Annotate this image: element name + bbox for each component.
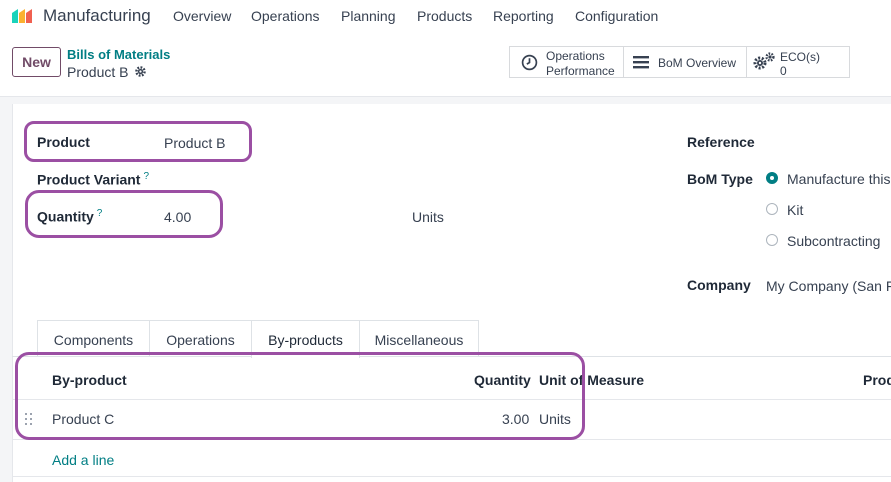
product-variant-label: Product Variant? xyxy=(37,171,150,188)
column-header-operation[interactable]: Prod xyxy=(863,372,891,388)
operations-performance-line2: Performance xyxy=(546,64,615,78)
menu-products[interactable]: Products xyxy=(417,8,472,24)
record-title: Product B xyxy=(67,64,129,80)
bom-type-kit-label[interactable]: Kit xyxy=(787,202,803,218)
app-name[interactable]: Manufacturing xyxy=(43,6,151,26)
reference-label: Reference xyxy=(687,134,755,150)
menu-overview[interactable]: Overview xyxy=(173,8,231,24)
help-icon[interactable]: ? xyxy=(143,171,149,182)
gears-icon xyxy=(753,52,775,70)
gear-icon[interactable] xyxy=(134,65,147,78)
menu-operations[interactable]: Operations xyxy=(251,8,319,24)
eco-button[interactable]: ECO(s) 0 xyxy=(747,47,849,78)
manufacturing-app-icon[interactable] xyxy=(10,7,35,25)
bom-type-subcontracting-radio[interactable] xyxy=(766,234,778,246)
bom-type-manufacture-label[interactable]: Manufacture this xyxy=(787,171,891,187)
eco-label: ECO(s) xyxy=(780,50,820,64)
smart-buttons: Operations Performance BoM Overview ECO(… xyxy=(509,46,850,78)
menu-reporting[interactable]: Reporting xyxy=(493,8,554,24)
table-footer-divider xyxy=(12,476,891,477)
company-field[interactable]: My Company (San Fr xyxy=(766,278,891,294)
bom-overview-label: BoM Overview xyxy=(658,56,737,70)
menu-configuration[interactable]: Configuration xyxy=(575,8,658,24)
new-button[interactable]: New xyxy=(12,47,61,77)
highlight-by-products-table xyxy=(15,352,585,440)
bars-icon xyxy=(633,56,649,69)
company-label: Company xyxy=(687,277,751,293)
highlight-quantity xyxy=(25,190,223,238)
top-navbar: Manufacturing Overview Operations Planni… xyxy=(0,0,891,33)
add-a-line-link[interactable]: Add a line xyxy=(52,452,114,468)
bom-type-kit-radio[interactable] xyxy=(766,203,778,215)
tab-operations[interactable]: Operations xyxy=(149,320,252,356)
operations-performance-button[interactable]: Operations Performance xyxy=(510,47,623,78)
bom-type-manufacture-radio[interactable] xyxy=(766,172,778,184)
clock-icon xyxy=(521,54,538,71)
eco-count: 0 xyxy=(780,64,787,78)
highlight-product xyxy=(24,121,252,162)
breadcrumb-bills-of-materials[interactable]: Bills of Materials xyxy=(67,47,170,62)
bom-overview-button[interactable]: BoM Overview xyxy=(624,47,746,77)
tab-miscellaneous[interactable]: Miscellaneous xyxy=(359,320,479,356)
bom-type-label: BoM Type xyxy=(687,171,753,187)
menu-planning[interactable]: Planning xyxy=(341,8,396,24)
quantity-uom-field[interactable]: Units xyxy=(412,209,444,225)
tab-components[interactable]: Components xyxy=(37,320,150,356)
bom-type-subcontracting-label[interactable]: Subcontracting xyxy=(787,233,880,249)
operations-performance-line1: Operations xyxy=(546,49,605,63)
